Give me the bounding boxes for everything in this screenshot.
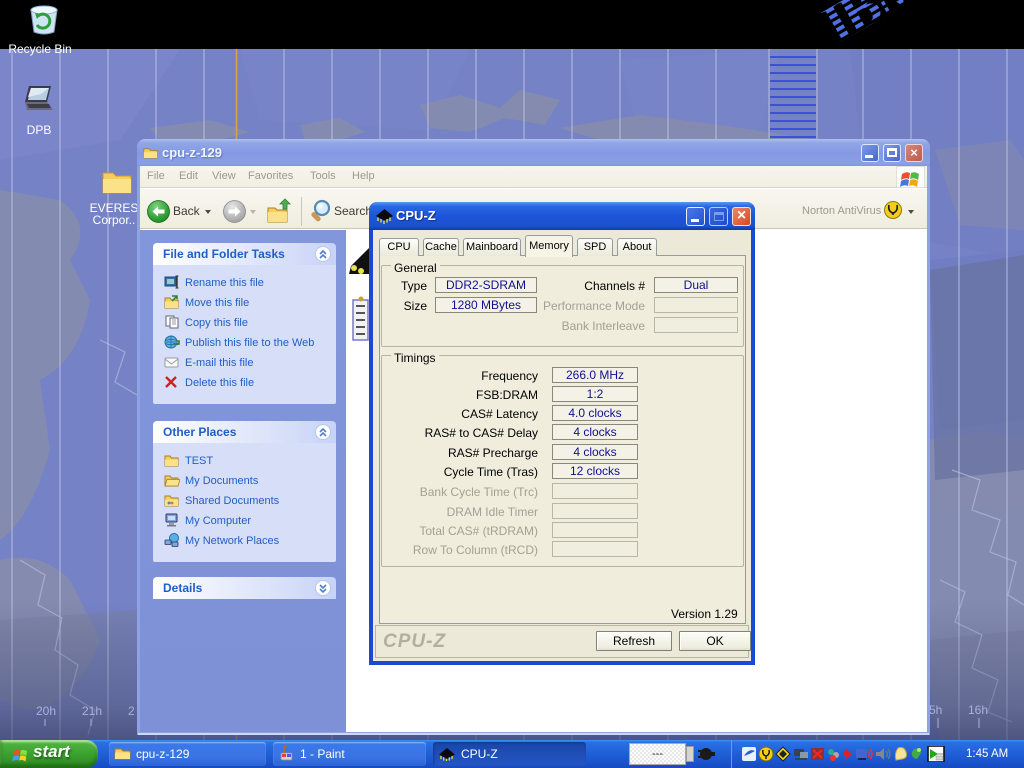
svg-text:21h: 21h — [82, 704, 102, 718]
svg-text:5h: 5h — [929, 703, 942, 717]
svg-text:16h: 16h — [968, 703, 988, 717]
svg-text:2: 2 — [128, 704, 135, 718]
svg-text:20h: 20h — [36, 704, 56, 718]
